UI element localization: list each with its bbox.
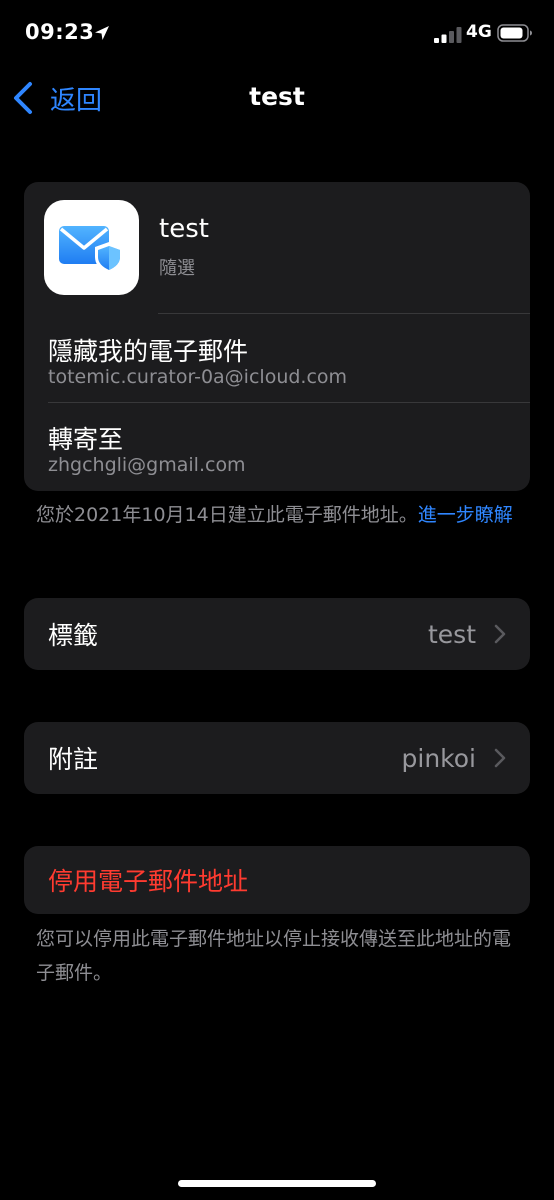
status-bar: 09:23 4G [0,0,554,68]
email-label-title: test [159,214,209,244]
signal-icon [434,27,462,43]
location-arrow-icon [95,26,109,40]
email-detail-card: test 隨選 隱藏我的電子郵件 totemic.curator-0a@iclo… [24,182,530,491]
page-title: test [249,82,305,111]
network-type: 4G [466,22,492,42]
forward-to-title: 轉寄至 [48,425,124,454]
chevron-right-icon [494,624,506,644]
app-icon [44,200,139,295]
chevron-right-icon [494,748,506,768]
status-time: 09:23 [25,20,95,44]
home-indicator[interactable] [178,1180,376,1187]
email-label-subtitle: 隨選 [159,258,195,279]
label-row-value: test [427,619,476,649]
note-row-value: pinkoi [401,743,477,773]
note-row-title: 附註 [48,745,99,774]
divider [158,313,530,314]
deactivate-email-label: 停用電子郵件地址 [48,867,249,896]
hide-email-address[interactable]: totemic.curator-0a@icloud.com [48,366,347,388]
mail-shield-icon [58,225,123,274]
deactivate-footnote: 您可以停用此電子郵件地址以停止接收傳送至此地址的電子郵件。 [36,928,512,984]
note-row[interactable]: 附註 pinkoi [24,722,530,794]
created-date-text: 您於2021年10月14日建立此電子郵件地址。 [36,504,418,526]
hide-email-title: 隱藏我的電子郵件 [48,337,249,366]
label-row[interactable]: 標籤 test [24,598,530,670]
created-date-note: 您於2021年10月14日建立此電子郵件地址。進一步瞭解 [36,498,526,532]
learn-more-link[interactable]: 進一步瞭解 [418,504,513,526]
battery-icon [497,24,532,42]
navigation-bar: 返回 test [0,68,554,128]
forward-to-address[interactable]: zhgchgli@gmail.com [48,454,246,476]
deactivate-email-button[interactable]: 停用電子郵件地址 [24,846,530,914]
label-row-title: 標籤 [48,621,99,650]
divider [48,402,530,403]
